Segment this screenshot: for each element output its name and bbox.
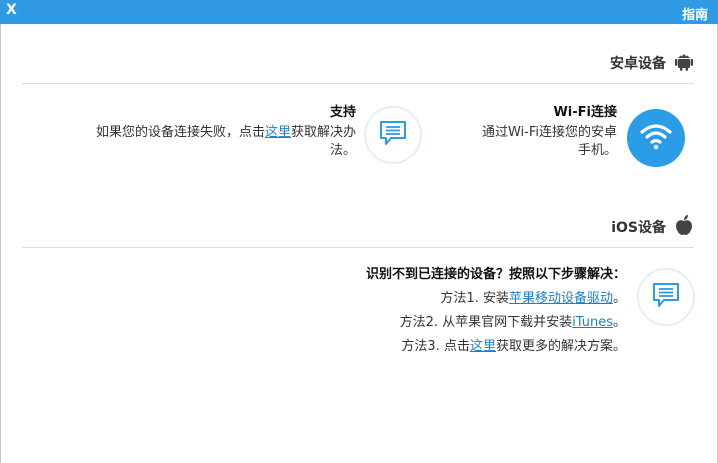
android-divider (22, 83, 694, 84)
ios-method3-prefix: 方法3. 点击 (401, 339, 470, 354)
ios-instructions: 识别不到已连接的设备？按照以下步骤解决： 方法1. 安装苹果移动设备驱动。 方法… (206, 263, 626, 359)
android-section-label: 安卓设备 (610, 56, 666, 72)
support-heading: 支持 (329, 105, 356, 120)
android-icon (674, 50, 694, 76)
ios-support-badge (637, 268, 695, 326)
window-title: 指南 (681, 8, 708, 23)
ios-method1: 方法1. 安装苹果移动设备驱动。 (206, 287, 626, 311)
support-desc-line2: 法。 (329, 143, 356, 158)
window-border-left (0, 24, 1, 463)
itunes-link[interactable]: iTunes (572, 315, 613, 330)
ios-method3-suffix: 获取更多的解决方案。 (495, 339, 626, 354)
apple-driver-link[interactable]: 苹果移动设备驱动 (509, 291, 613, 306)
ios-heading: 识别不到已连接的设备？按照以下步骤解决： (365, 267, 626, 282)
support-here-link[interactable]: 这里 (265, 125, 291, 140)
ios-method1-prefix: 方法1. 安装 (440, 291, 509, 306)
wifi-badge (627, 109, 685, 167)
ios-method1-suffix: 。 (612, 291, 626, 306)
ios-method3: 方法3. 点击这里获取更多的解决方案。 (206, 335, 626, 359)
ios-method2-prefix: 方法2. 从苹果官网下载并安装 (399, 315, 573, 330)
chat-bubble-icon (378, 118, 408, 152)
wifi-icon (640, 122, 672, 154)
title-bar: X 指南 (0, 0, 718, 24)
ios-divider (22, 247, 694, 248)
android-section-title: 安卓设备 (610, 50, 694, 76)
apple-icon (674, 214, 694, 240)
android-support-block: 支持 如果您的设备连接失败，点击这里获取解决办 法。 (26, 101, 356, 160)
support-desc-suffix: 获取解决办 (290, 125, 356, 140)
ios-section-label: iOS设备 (611, 220, 666, 236)
android-support-badge (364, 106, 422, 164)
ios-method2: 方法2. 从苹果官网下载并安装iTunes。 (206, 311, 626, 335)
support-desc-prefix: 如果您的设备连接失败，点击 (95, 125, 265, 140)
ios-section-title: iOS设备 (611, 214, 694, 240)
chat-bubble-icon (651, 280, 681, 314)
ios-here-link[interactable]: 这里 (470, 339, 496, 354)
ios-method2-suffix: 。 (612, 315, 626, 330)
support-desc-line1: 如果您的设备连接失败，点击这里获取解决办 (26, 124, 356, 142)
close-button[interactable]: X (6, 2, 17, 18)
